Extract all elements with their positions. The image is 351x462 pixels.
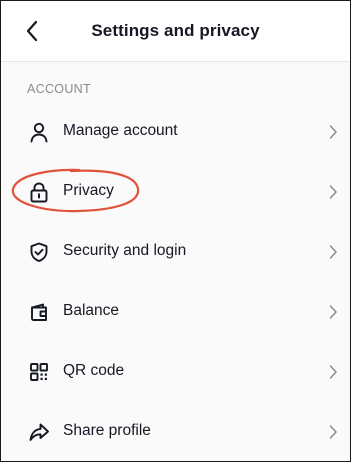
menu-item-security-and-login[interactable]: Security and login xyxy=(1,227,350,277)
menu-item-label: QR code xyxy=(63,362,125,379)
chevron-right-icon xyxy=(326,243,340,261)
menu-item-label: Privacy xyxy=(63,182,114,199)
menu-item-manage-account[interactable]: Manage account xyxy=(1,107,350,157)
lock-icon xyxy=(27,180,51,204)
settings-list: ACCOUNT Manage account Privacy Security … xyxy=(1,62,350,461)
header-bar: Settings and privacy xyxy=(1,1,350,62)
menu-item-label: Balance xyxy=(63,302,120,319)
chevron-right-icon xyxy=(326,123,340,141)
share-arrow-icon xyxy=(27,420,51,444)
chevron-right-icon xyxy=(326,423,340,441)
shield-check-icon xyxy=(27,240,51,264)
qr-code-icon xyxy=(27,360,51,384)
chevron-right-icon xyxy=(326,303,340,321)
wallet-icon xyxy=(27,300,51,324)
page-title: Settings and privacy xyxy=(91,21,260,40)
menu-item-privacy[interactable]: Privacy xyxy=(1,167,350,217)
menu-item-label: Manage account xyxy=(63,122,178,139)
chevron-right-icon xyxy=(326,183,340,201)
menu-item-qr-code[interactable]: QR code xyxy=(1,347,350,397)
menu-item-balance[interactable]: Balance xyxy=(1,287,350,337)
menu-item-label: Security and login xyxy=(63,242,187,259)
section-header-account: ACCOUNT xyxy=(27,82,91,96)
chevron-right-icon xyxy=(326,363,340,381)
person-icon xyxy=(27,120,51,144)
menu-item-label: Share profile xyxy=(63,422,151,439)
settings-screen: Settings and privacy ACCOUNT Manage acco… xyxy=(0,0,351,462)
menu-item-share-profile[interactable]: Share profile xyxy=(1,407,350,457)
